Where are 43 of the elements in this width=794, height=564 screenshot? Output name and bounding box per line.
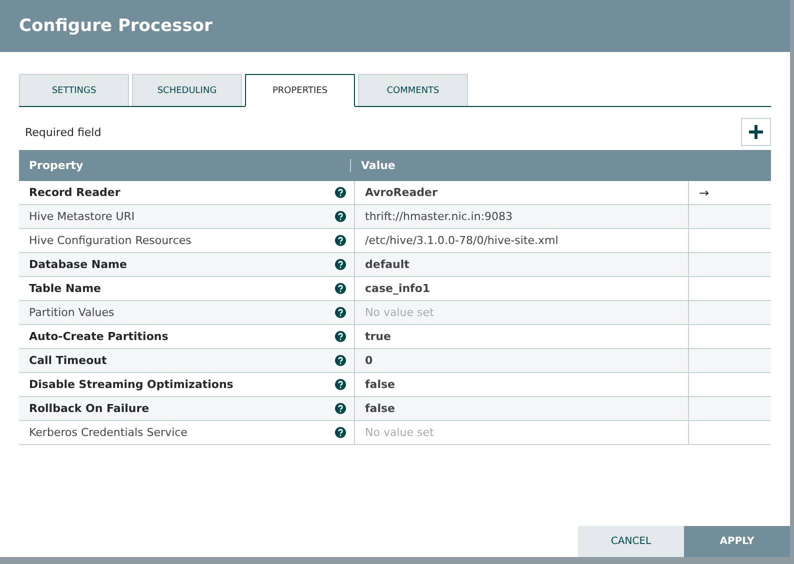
property-name: Call Timeout xyxy=(29,354,107,367)
property-name: Hive Metastore URI xyxy=(29,210,135,223)
help-icon[interactable] xyxy=(335,211,346,222)
property-value[interactable]: AvroReader xyxy=(365,186,438,199)
property-value[interactable]: case_info1 xyxy=(365,282,430,295)
help-icon[interactable] xyxy=(335,283,346,294)
property-value[interactable]: false xyxy=(365,402,395,415)
property-name: Kerberos Credentials Service xyxy=(29,426,188,439)
property-value[interactable]: true xyxy=(365,330,391,343)
property-name: Rollback On Failure xyxy=(29,402,150,415)
help-icon[interactable] xyxy=(335,331,346,342)
property-name: Hive Configuration Resources xyxy=(29,234,192,247)
property-name: Record Reader xyxy=(29,186,120,199)
go-to-service-link[interactable]: → xyxy=(699,186,710,200)
property-value[interactable]: 0 xyxy=(365,354,373,367)
tab[interactable]: SETTINGS xyxy=(19,74,129,106)
property-name: Partition Values xyxy=(29,306,114,319)
property-name: Table Name xyxy=(29,282,101,295)
tab[interactable]: PROPERTIES xyxy=(245,74,355,107)
help-icon[interactable] xyxy=(335,259,346,270)
help-icon[interactable] xyxy=(335,235,346,246)
tab[interactable]: COMMENTS xyxy=(358,74,468,106)
help-icon[interactable] xyxy=(335,187,346,198)
cancel-button[interactable]: CANCEL xyxy=(578,526,684,557)
property-value[interactable]: default xyxy=(365,258,410,271)
required-field-note: Required field xyxy=(24,126,102,138)
add-property-button[interactable] xyxy=(741,118,771,146)
window-title: Configure Processor xyxy=(19,16,212,36)
plus-icon xyxy=(749,125,763,139)
property-value[interactable]: /etc/hive/3.1.0.0-78/0/hive-site.xml xyxy=(365,234,558,247)
help-icon[interactable] xyxy=(335,427,346,438)
property-value[interactable]: false xyxy=(365,378,395,391)
help-icon[interactable] xyxy=(335,403,346,414)
property-value[interactable]: thrift://hmaster.nic.in:9083 xyxy=(365,210,513,223)
help-icon[interactable] xyxy=(335,307,346,318)
help-icon[interactable] xyxy=(335,355,346,366)
property-name: Database Name xyxy=(29,258,127,271)
column-header: Value xyxy=(350,159,684,172)
tab[interactable]: SCHEDULING xyxy=(132,74,242,106)
property-name: Auto-Create Partitions xyxy=(29,330,168,343)
property-name: Disable Streaming Optimizations xyxy=(29,378,234,391)
column-header: Property xyxy=(28,159,84,172)
help-icon[interactable] xyxy=(335,379,346,390)
